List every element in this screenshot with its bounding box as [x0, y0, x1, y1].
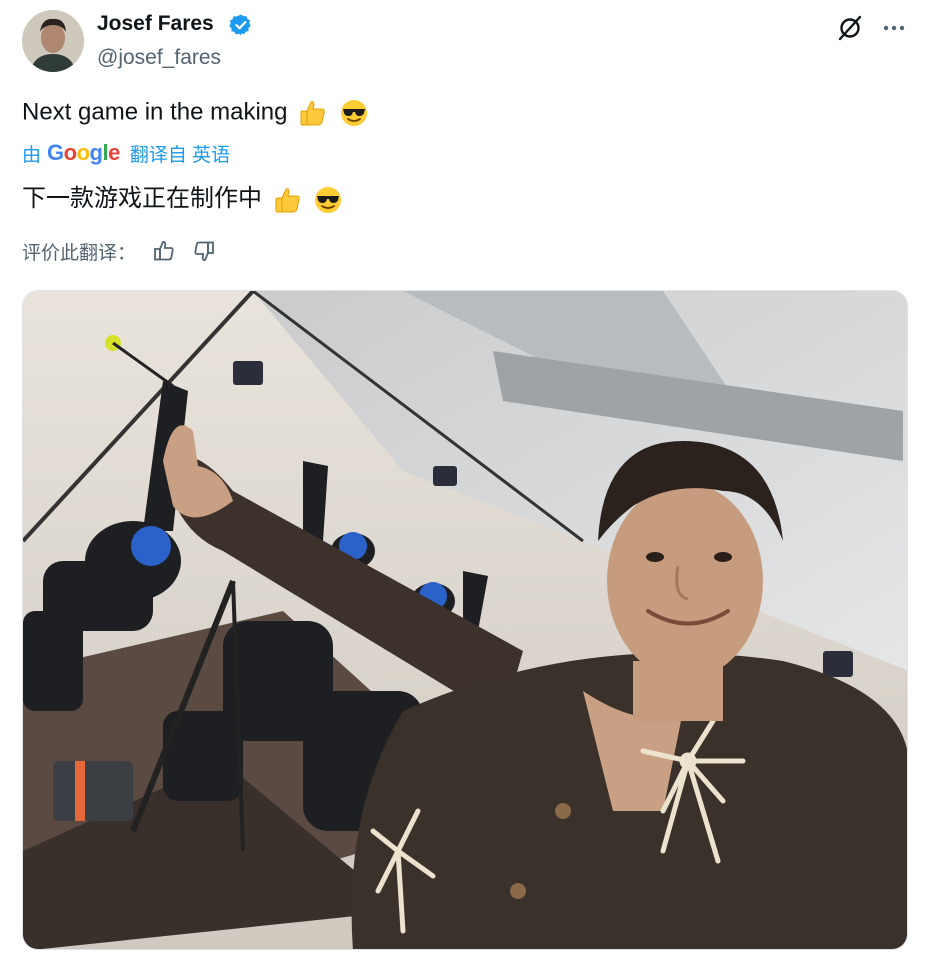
- tweet-text-content: Next game in the making: [22, 98, 288, 126]
- person-avatar-icon: [22, 10, 84, 72]
- thumbs-down-outline-icon[interactable]: [192, 239, 216, 263]
- author-display-name[interactable]: Josef Fares: [97, 12, 214, 36]
- tweet-text: Next game in the making: [22, 98, 369, 128]
- author-avatar[interactable]: [22, 10, 84, 72]
- verified-badge-icon: [229, 14, 251, 36]
- translated-text-content: 下一款游戏正在制作中: [22, 185, 262, 212]
- sunglasses-face-emoji-icon: [340, 100, 367, 126]
- grok-icon[interactable]: [836, 14, 864, 42]
- tweet-card: Josef Fares @josef_fares Next game in th…: [0, 0, 935, 966]
- tweet-photo[interactable]: [22, 290, 908, 950]
- more-options-icon[interactable]: [880, 14, 908, 42]
- sunglasses-face-emoji-icon: [315, 186, 342, 213]
- google-logo: Google: [47, 140, 120, 165]
- rate-translation: 评价此翻译：: [22, 238, 216, 264]
- rate-translation-label: 评价此翻译：: [22, 242, 137, 264]
- translation-attribution: 由 Google 翻译自 英语: [22, 140, 230, 166]
- thumbs-up-emoji-icon: [275, 187, 300, 213]
- thumbs-up-emoji-icon: [300, 101, 325, 126]
- photo-illustration: [23, 291, 907, 949]
- translated-by-label: 由: [22, 144, 42, 166]
- translated-from-link[interactable]: 翻译自 英语: [130, 140, 230, 167]
- thumbs-up-outline-icon[interactable]: [152, 239, 176, 263]
- translated-text: 下一款游戏正在制作中: [22, 178, 343, 215]
- author-handle[interactable]: @josef_fares: [97, 46, 221, 70]
